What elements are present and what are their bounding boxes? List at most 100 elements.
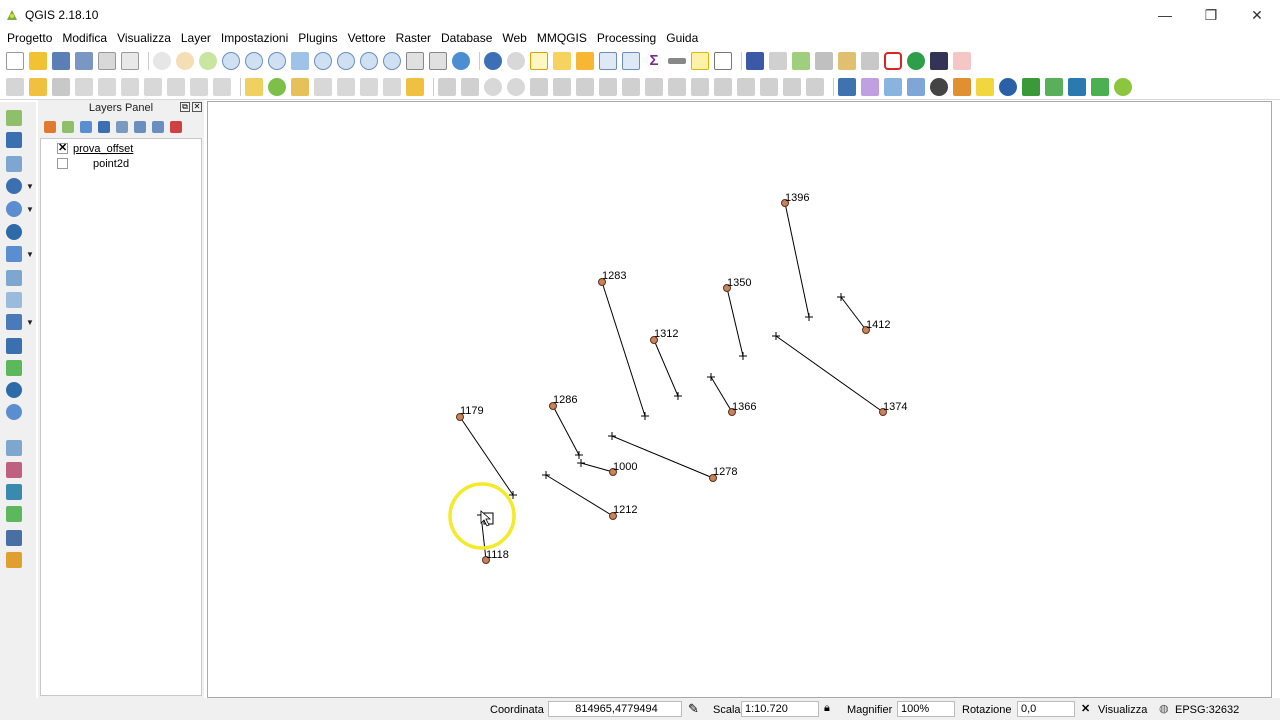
save-as-icon[interactable] <box>75 52 93 70</box>
add-spatialite-icon[interactable] <box>6 201 22 217</box>
filter-expression-icon[interactable] <box>116 121 128 133</box>
plugin-icon[interactable] <box>884 77 902 96</box>
add-layer-icon[interactable] <box>6 552 22 568</box>
chevron-down-icon[interactable]: ▼ <box>26 318 34 327</box>
menu-plugins[interactable]: Plugins <box>293 31 342 45</box>
terrain-icon[interactable] <box>1091 77 1109 96</box>
add-layer-icon[interactable] <box>6 530 22 546</box>
diagram-icon[interactable] <box>268 77 286 96</box>
zoom-out-icon[interactable] <box>245 52 263 70</box>
zoom-actual-icon[interactable] <box>268 52 286 70</box>
redo-icon[interactable] <box>507 77 525 96</box>
menu-database[interactable]: Database <box>436 31 497 45</box>
plugin-icon[interactable] <box>953 52 971 70</box>
advanced-edit-icon[interactable] <box>576 77 594 96</box>
lock-scale-icon[interactable]: 🔒︎ <box>824 702 830 715</box>
copy-features-icon[interactable] <box>190 77 208 96</box>
node-tool-icon[interactable] <box>121 77 139 96</box>
new-bookmark-icon[interactable] <box>406 52 424 70</box>
add-raster-layer-icon[interactable] <box>6 132 22 148</box>
collapse-all-icon[interactable] <box>152 121 164 133</box>
save-project-icon[interactable] <box>52 52 70 70</box>
float-panel-icon[interactable]: ⧉ <box>180 102 190 112</box>
text-annotation-icon[interactable] <box>714 52 732 70</box>
add-db2-icon[interactable] <box>6 338 22 354</box>
statistics-sigma-icon[interactable]: Σ <box>645 52 663 70</box>
zoom-full-icon[interactable] <box>291 52 309 70</box>
plugin-icon[interactable] <box>815 52 833 70</box>
menu-vettore[interactable]: Vettore <box>343 31 391 45</box>
delete-selected-icon[interactable] <box>144 77 162 96</box>
advanced-edit-icon[interactable] <box>783 77 801 96</box>
composer-manager-icon[interactable] <box>121 52 139 70</box>
plugin-icon[interactable] <box>1068 77 1086 96</box>
zoom-selection-icon[interactable] <box>314 52 332 70</box>
advanced-edit-icon[interactable] <box>553 77 571 96</box>
print-composer-icon[interactable] <box>98 52 116 70</box>
advanced-edit-icon[interactable] <box>530 77 548 96</box>
toggle-editing-icon[interactable] <box>29 77 47 96</box>
advanced-edit-icon[interactable] <box>714 77 732 96</box>
advanced-edit-icon[interactable] <box>691 77 709 96</box>
move-feature-icon[interactable] <box>98 77 116 96</box>
field-calculator-icon[interactable] <box>622 52 640 70</box>
menu-web[interactable]: Web <box>497 31 531 45</box>
select-expression-icon[interactable] <box>576 52 594 70</box>
new-geopackage-icon[interactable] <box>6 404 22 420</box>
paste-features-icon[interactable] <box>213 77 231 96</box>
globe-icon[interactable] <box>999 77 1017 96</box>
help-icon[interactable] <box>746 52 764 70</box>
scale-combobox[interactable]: 1:10.720 <box>741 701 819 717</box>
advanced-edit-icon[interactable] <box>461 77 479 96</box>
python-console-icon[interactable] <box>838 77 856 96</box>
plugin-icon[interactable] <box>1114 77 1132 96</box>
shape-icon[interactable] <box>884 52 902 70</box>
plugin-icon[interactable] <box>861 77 879 96</box>
advanced-edit-icon[interactable] <box>806 77 824 96</box>
measure-icon[interactable] <box>668 58 686 64</box>
refresh-icon[interactable] <box>452 52 470 70</box>
menu-modifica[interactable]: Modifica <box>57 31 112 45</box>
crs-label[interactable]: EPSG:32632 <box>1175 704 1239 716</box>
advanced-edit-icon[interactable] <box>622 77 640 96</box>
new-project-icon[interactable] <box>6 52 24 70</box>
chevron-down-icon[interactable]: ▼ <box>26 182 34 191</box>
render-checkbox[interactable]: ✕ <box>1081 702 1090 715</box>
open-project-icon[interactable] <box>29 52 47 70</box>
action-icon[interactable] <box>507 52 525 70</box>
manage-themes-icon[interactable] <box>80 121 92 133</box>
pan-icon[interactable] <box>176 52 194 70</box>
show-bookmarks-icon[interactable] <box>429 52 447 70</box>
advanced-edit-icon[interactable] <box>668 77 686 96</box>
add-vector-layer-icon[interactable] <box>6 110 22 126</box>
menu-visualizza[interactable]: Visualizza <box>112 31 176 45</box>
menu-progetto[interactable]: Progetto <box>2 31 57 45</box>
map-canvas-svg[interactable]: 1396 1283 1350 1412 1312 1374 1366 1179 … <box>208 102 1273 699</box>
plugin-icon[interactable] <box>769 52 787 70</box>
add-gps-icon[interactable] <box>6 506 22 522</box>
save-edits-icon[interactable] <box>52 77 70 96</box>
plugin-icon[interactable] <box>838 52 856 70</box>
new-spatialite-icon[interactable] <box>6 382 22 398</box>
plugin-icon[interactable] <box>1045 77 1063 96</box>
add-wms-tile-icon[interactable] <box>6 462 22 478</box>
select-features-icon[interactable] <box>530 52 548 70</box>
add-wms-icon[interactable] <box>6 224 22 240</box>
crs-globe-icon[interactable]: ◍ <box>1159 702 1169 715</box>
add-wcs-icon[interactable] <box>6 246 22 262</box>
menu-layer[interactable]: Layer <box>176 31 216 45</box>
layer-item-prova-offset[interactable]: ✕ prova_offset <box>57 141 133 156</box>
rotation-spinbox[interactable]: 0,0 <box>1017 701 1075 717</box>
attribute-table-icon[interactable] <box>599 52 617 70</box>
binoculars-icon[interactable] <box>930 77 948 96</box>
pin-label-icon[interactable] <box>291 77 309 96</box>
minimize-button[interactable]: — <box>1142 0 1188 30</box>
add-oracle-icon[interactable] <box>6 292 22 308</box>
plugin-icon[interactable] <box>1022 77 1040 96</box>
plugin-icon[interactable] <box>861 52 879 70</box>
magnifier-spinbox[interactable]: 100% <box>897 701 955 717</box>
map-canvas[interactable]: 1396 1283 1350 1412 1312 1374 1366 1179 … <box>207 101 1272 698</box>
add-virtual-layer-icon[interactable] <box>6 440 22 456</box>
chevron-down-icon[interactable]: ▼ <box>26 250 34 259</box>
map-tips-icon[interactable] <box>691 52 709 70</box>
